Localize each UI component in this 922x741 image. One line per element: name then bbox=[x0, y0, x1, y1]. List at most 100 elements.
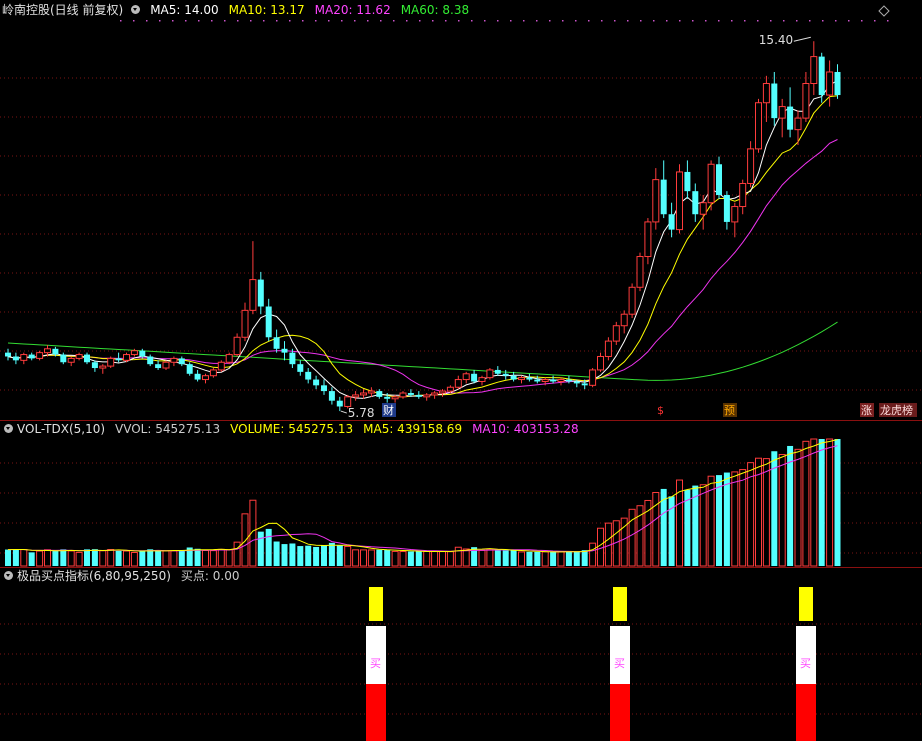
candle-body bbox=[794, 117, 802, 131]
candle-body bbox=[834, 71, 841, 96]
volume-bar bbox=[454, 546, 462, 567]
signal-chart: 买买买 bbox=[0, 587, 922, 741]
candle-body bbox=[352, 394, 360, 398]
volume-bar bbox=[589, 542, 597, 567]
candle-body bbox=[384, 396, 391, 399]
candle-body bbox=[534, 379, 541, 382]
candle-body bbox=[194, 373, 201, 380]
candle-body bbox=[265, 306, 272, 338]
candle-body bbox=[407, 393, 414, 395]
volume-bar bbox=[60, 549, 67, 566]
top-dot bbox=[120, 20, 122, 22]
volume-bar bbox=[494, 550, 501, 566]
top-dot bbox=[159, 20, 161, 22]
volume-bar bbox=[557, 551, 565, 567]
top-dot bbox=[224, 20, 226, 22]
top-dot bbox=[588, 20, 590, 22]
candle-body bbox=[684, 171, 691, 192]
candle-body bbox=[115, 358, 122, 361]
top-dot bbox=[718, 20, 720, 22]
event-marker: 预 bbox=[724, 404, 735, 417]
candle-body bbox=[620, 313, 628, 327]
top-dot bbox=[302, 20, 304, 22]
volume-bar bbox=[794, 448, 802, 567]
volume-bar bbox=[510, 550, 517, 566]
top-dot bbox=[770, 20, 772, 22]
candle-body bbox=[360, 392, 367, 396]
volume-bar bbox=[130, 552, 138, 567]
candle-body bbox=[84, 354, 90, 363]
volume-bar bbox=[67, 550, 75, 567]
volume-bar bbox=[52, 551, 59, 566]
volume-bar bbox=[336, 545, 343, 566]
event-marker: $ bbox=[657, 404, 664, 417]
top-dot bbox=[289, 20, 291, 22]
top-dot bbox=[406, 20, 408, 22]
top-dot bbox=[536, 20, 538, 22]
signal-bar-yellow bbox=[799, 587, 813, 621]
candle-body bbox=[755, 102, 762, 150]
top-dot bbox=[744, 20, 746, 22]
volume-bar bbox=[415, 551, 422, 566]
candle-body bbox=[778, 106, 786, 119]
volume-bar bbox=[328, 542, 335, 566]
candle-body bbox=[557, 379, 565, 382]
volume-bar bbox=[462, 548, 470, 567]
top-dot bbox=[393, 20, 395, 22]
candle-body bbox=[257, 279, 264, 307]
signal-bar-white bbox=[366, 626, 386, 684]
candle-body bbox=[44, 348, 51, 354]
volume-bar bbox=[209, 550, 217, 567]
volume-bar bbox=[178, 550, 185, 566]
candle-body bbox=[162, 361, 170, 369]
candle-body bbox=[565, 379, 572, 382]
candle-body bbox=[526, 377, 533, 380]
top-dot bbox=[133, 20, 135, 22]
top-dot bbox=[679, 20, 681, 22]
candle-body bbox=[810, 56, 818, 85]
volume-bar bbox=[28, 552, 35, 566]
candle-body bbox=[731, 206, 739, 223]
event-marker: 财 bbox=[383, 403, 394, 417]
volume-bar bbox=[478, 549, 486, 567]
top-dot bbox=[484, 20, 486, 22]
low-arrow bbox=[340, 410, 347, 414]
top-dot bbox=[510, 20, 512, 22]
candle-body bbox=[692, 191, 699, 215]
volume-bar bbox=[5, 549, 11, 566]
signal-bar-yellow bbox=[369, 587, 383, 621]
candle-body bbox=[668, 214, 675, 230]
candle-body bbox=[328, 391, 335, 401]
low-price-label: 5.78 bbox=[348, 406, 375, 420]
candle-body bbox=[313, 379, 320, 386]
volume-bar bbox=[217, 548, 225, 567]
top-dot bbox=[731, 20, 733, 22]
candle-body bbox=[494, 369, 501, 374]
volume-bar bbox=[44, 549, 51, 567]
candle-body bbox=[762, 83, 770, 104]
top-dot bbox=[796, 20, 798, 22]
candle-body bbox=[297, 364, 304, 372]
buy-signal-label: 买 bbox=[614, 657, 625, 670]
volume-bar bbox=[241, 513, 249, 567]
candle-body bbox=[273, 337, 280, 349]
candle-body bbox=[581, 383, 588, 386]
top-dot bbox=[601, 20, 603, 22]
candle-body bbox=[431, 392, 439, 396]
candle-body bbox=[818, 56, 825, 96]
candle-body bbox=[707, 163, 715, 204]
candle-body bbox=[660, 179, 667, 215]
volume-bar bbox=[431, 551, 439, 567]
top-dot bbox=[848, 20, 850, 22]
volume-bar bbox=[526, 551, 533, 566]
buy-signal-label: 买 bbox=[370, 657, 381, 670]
high-arrow bbox=[793, 36, 811, 42]
candle-body bbox=[699, 202, 707, 215]
volume-bar bbox=[787, 445, 794, 566]
candle-body bbox=[723, 195, 730, 222]
volume-panel: VOL-TDX(5,10) VVOL: 545275.13 VOLUME: 5452… bbox=[0, 419, 922, 568]
candle-body bbox=[20, 354, 28, 361]
volume-bar bbox=[597, 527, 604, 567]
top-dot bbox=[211, 20, 213, 22]
candle-body bbox=[676, 171, 683, 231]
